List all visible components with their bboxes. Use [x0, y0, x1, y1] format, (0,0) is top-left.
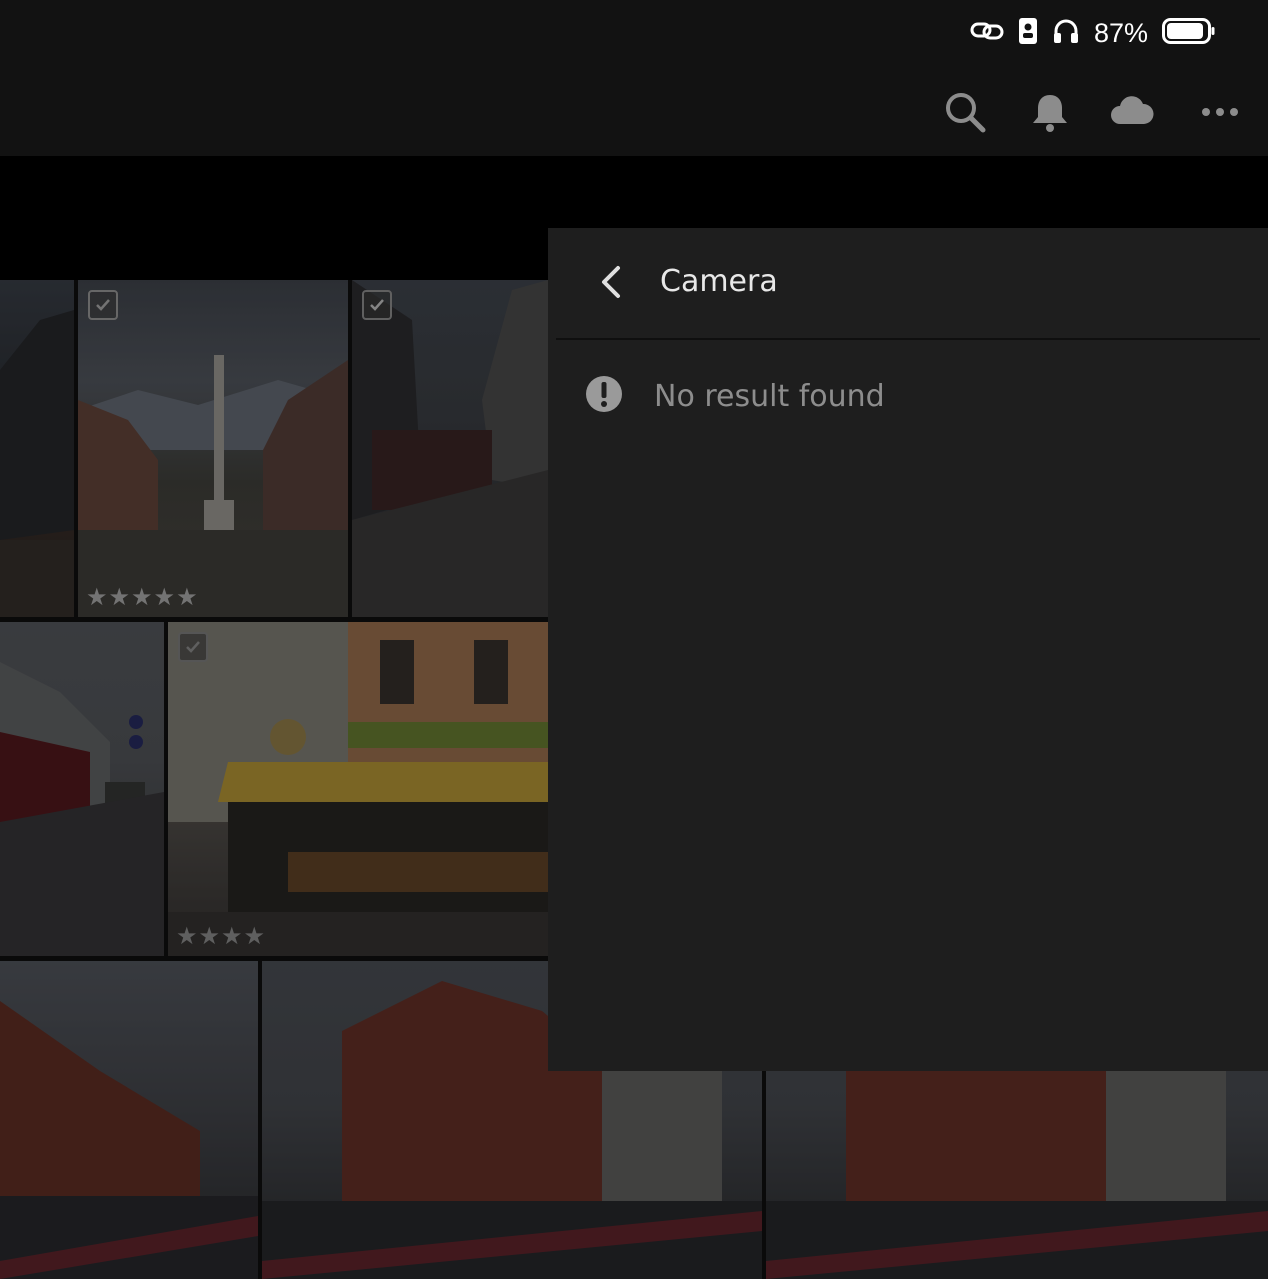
sim-card-icon: [1018, 17, 1038, 49]
headphones-icon: [1052, 17, 1080, 49]
top-app-bar: [0, 66, 1268, 156]
filter-panel-title: Camera: [660, 264, 778, 299]
photo-tile[interactable]: [0, 961, 258, 1279]
empty-message: No result found: [654, 378, 885, 414]
photo-select-checkbox[interactable]: [88, 290, 118, 320]
battery-icon: [1162, 17, 1216, 49]
filter-panel-header: Camera: [556, 228, 1260, 340]
alert-icon: [584, 374, 624, 418]
empty-state: No result found: [584, 374, 885, 418]
photo-tile[interactable]: [0, 280, 74, 617]
link-icon: [970, 19, 1004, 47]
filter-panel: Camera No result found: [548, 228, 1268, 1071]
search-icon[interactable]: [943, 90, 987, 134]
bell-icon[interactable]: [1028, 90, 1072, 134]
more-icon[interactable]: [1200, 90, 1244, 134]
photo-rating: ★★★★★: [86, 583, 199, 611]
photo-tile[interactable]: [0, 622, 164, 956]
status-bar: 87%: [0, 0, 1268, 66]
battery-percent: 87%: [1093, 17, 1148, 48]
photo-tile[interactable]: ★★★★: [168, 622, 548, 956]
photo-tile[interactable]: [352, 280, 548, 617]
status-icons: 87%: [970, 14, 1216, 52]
back-icon[interactable]: [592, 262, 632, 302]
photo-tile[interactable]: ★★★★★: [78, 280, 348, 617]
cloud-icon[interactable]: [1108, 90, 1156, 134]
